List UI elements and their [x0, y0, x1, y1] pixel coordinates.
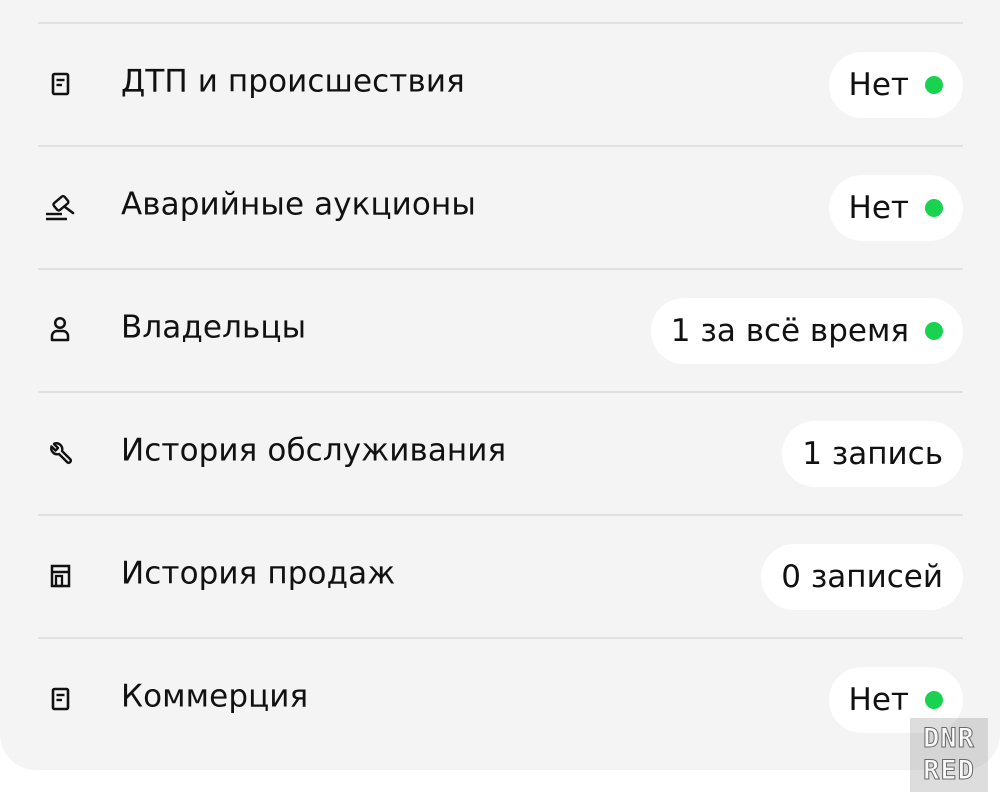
status-ok-dot-icon	[925, 321, 943, 340]
report-row-label: История обслуживания	[121, 431, 507, 468]
status-ok-dot-icon	[925, 690, 943, 709]
document-icon	[40, 63, 80, 103]
watermark-logo: DNR RED	[910, 718, 988, 792]
report-row-label: Владельцы	[121, 308, 307, 345]
report-row-label: ДТП и происшествия	[121, 62, 465, 99]
auction-gavel-icon	[40, 186, 80, 226]
report-row-commercial[interactable]: Коммерция Нет	[38, 639, 963, 760]
status-value: Нет	[848, 681, 909, 718]
report-row-sales-history[interactable]: История продаж 0 записей	[38, 516, 963, 637]
status-value: Нет	[848, 66, 909, 103]
document-icon	[40, 678, 80, 718]
status-badge: 1 за всё время	[650, 297, 963, 364]
status-badge: 0 записей	[761, 543, 963, 610]
wrench-icon	[40, 432, 80, 472]
history-report-list: ДТП и происшествия Нет Аварийные аукцион…	[38, 22, 963, 760]
status-badge: Нет	[828, 51, 963, 118]
report-row-label: История продаж	[121, 554, 396, 591]
status-badge: 1 запись	[782, 420, 963, 487]
status-ok-dot-icon	[925, 198, 943, 217]
report-row-label: Коммерция	[121, 677, 309, 714]
history-report-card: ДТП и происшествия Нет Аварийные аукцион…	[0, 0, 1000, 770]
watermark-line: DNR	[923, 723, 975, 755]
status-value: 1 за всё время	[670, 312, 909, 349]
report-row-owners[interactable]: Владельцы 1 за всё время	[38, 270, 963, 391]
report-row-service-history[interactable]: История обслуживания 1 запись	[38, 393, 963, 514]
report-row-accidents[interactable]: ДТП и происшествия Нет	[38, 24, 963, 145]
report-row-label: Аварийные аукционы	[121, 185, 476, 222]
status-value: Нет	[848, 189, 909, 226]
person-icon	[40, 309, 80, 349]
status-value: 1 запись	[802, 435, 943, 472]
status-value: 0 записей	[781, 558, 943, 595]
watermark-line: RED	[923, 755, 975, 787]
status-ok-dot-icon	[925, 75, 943, 94]
storefront-icon	[40, 555, 80, 595]
status-badge: Нет	[828, 174, 963, 241]
report-row-auctions[interactable]: Аварийные аукционы Нет	[38, 147, 963, 268]
